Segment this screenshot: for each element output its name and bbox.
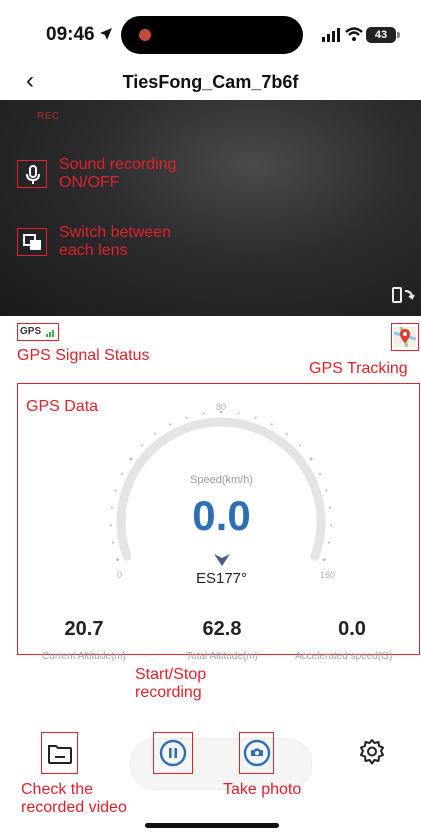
stat-label: Accelerated speed(G): [295, 651, 393, 662]
annotation-start-stop: Start/Stop recording: [135, 666, 207, 701]
gauge-tick-dot: [298, 444, 301, 447]
speedometer-gauge: [110, 410, 332, 562]
take-photo-button[interactable]: [239, 732, 274, 774]
heading-arrow-icon: [214, 554, 230, 566]
camera-icon: [243, 739, 271, 767]
gauge-tick-dot: [237, 412, 240, 415]
settings-gear-icon[interactable]: [357, 737, 387, 767]
heading-value: ES177°: [195, 570, 248, 587]
stat-label: Current Altitude(m): [42, 651, 126, 662]
start-stop-recording-button[interactable]: [153, 732, 193, 774]
folder-icon: [48, 745, 72, 764]
stat-label: Total Altitude(m): [186, 651, 258, 662]
gauge-tick-dot: [285, 432, 288, 435]
stat-accelerated-speed: 0.0 Accelerated speed(G): [283, 618, 421, 662]
home-indicator: [145, 823, 279, 828]
gauge-tick-dot: [129, 457, 133, 461]
gauge-tick-dot: [328, 541, 331, 544]
gauge-tick-dot: [254, 416, 257, 419]
stat-value: 20.7: [64, 618, 104, 640]
gauge-tick-dot: [111, 541, 114, 544]
stat-current-altitude: 20.7 Current Altitude(m): [14, 618, 154, 662]
annotation-check-video: Check the recorded video: [21, 781, 127, 816]
tick-label-mid: 80: [216, 402, 227, 412]
annotation-take-photo: Take photo: [223, 781, 302, 798]
stat-value: 62.8: [202, 618, 242, 640]
gauge-tick-dot: [116, 558, 120, 562]
stat-value: 0.0: [338, 618, 366, 640]
gauge-tick-dot: [185, 416, 188, 419]
gauge-tick-dot: [322, 558, 326, 562]
stat-total-altitude: 62.8 Total Altitude(m): [152, 618, 292, 662]
speed-value: 0.0: [192, 492, 251, 539]
recorded-videos-button[interactable]: [41, 732, 78, 774]
pause-icon: [159, 739, 187, 767]
gauge-tick-dot: [270, 423, 273, 426]
gauge-tick-dot: [202, 412, 205, 415]
speed-label: Speed(km/h): [190, 474, 253, 486]
gauge-tick-dot: [169, 423, 172, 426]
gauge-tick-dot: [141, 444, 144, 447]
gauge-tick-dot: [154, 432, 157, 435]
gauge-tick-dot: [309, 457, 313, 461]
